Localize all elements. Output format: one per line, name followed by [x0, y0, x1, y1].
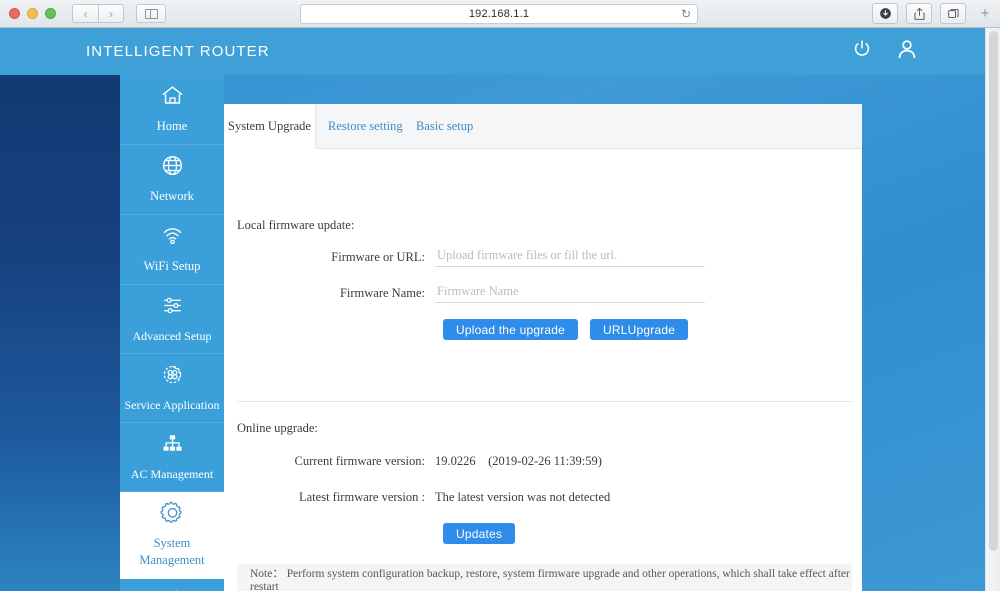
- updates-button[interactable]: Updates: [443, 523, 516, 544]
- page-background: INTELLIGENT ROUTER Home Network WiFi Set…: [0, 28, 1000, 591]
- vertical-scrollbar[interactable]: [985, 28, 1000, 591]
- sidebar-item-wifi-setup[interactable]: WiFi Setup: [120, 215, 224, 285]
- firmware-url-label: Firmware or URL:: [331, 250, 425, 264]
- local-update-heading: Local firmware update:: [237, 218, 355, 232]
- chevron-right-icon: ›: [109, 6, 113, 21]
- back-button[interactable]: ‹: [72, 4, 98, 23]
- tab-restore-setting[interactable]: Restore setting: [328, 104, 403, 149]
- sidebar-item-system-tools[interactable]: System Tools: [120, 579, 224, 591]
- download-icon: [879, 8, 891, 19]
- navigation-buttons: ‹ ›: [72, 4, 124, 23]
- content-panel: System Upgrade Restore setting Basic set…: [224, 104, 862, 591]
- reload-icon[interactable]: ↻: [681, 8, 691, 20]
- minimize-window-button[interactable]: [27, 8, 38, 19]
- close-window-button[interactable]: [9, 8, 20, 19]
- downloads-button[interactable]: [872, 3, 898, 24]
- section-divider: [237, 401, 852, 402]
- window-traffic-lights: [0, 8, 56, 19]
- user-account-button[interactable]: [895, 37, 919, 66]
- vertical-scrollbar-thumb[interactable]: [989, 31, 998, 551]
- latest-firmware-row: Latest firmware version : The latest ver…: [224, 490, 610, 505]
- app-header: INTELLIGENT ROUTER: [0, 28, 985, 75]
- home-icon: [160, 83, 185, 113]
- note-text: Note： Perform system configuration backu…: [250, 567, 850, 591]
- sidebar-item-network[interactable]: Network: [120, 145, 224, 215]
- sidebar-item-label: Advanced Setup: [132, 328, 212, 343]
- maximize-window-button[interactable]: [45, 8, 56, 19]
- current-firmware-label: Current firmware version:: [294, 454, 425, 468]
- sidebar-navigation: Home Network WiFi Setup Advanced Setup S…: [120, 75, 224, 591]
- globe-icon: [160, 153, 185, 183]
- sidebar-item-advanced-setup[interactable]: Advanced Setup: [120, 285, 224, 354]
- power-button[interactable]: [851, 38, 873, 65]
- sidebar-item-label: AC Management: [130, 467, 214, 481]
- user-icon: [898, 40, 916, 59]
- show-tabs-button[interactable]: [940, 3, 966, 24]
- browser-toolbar-right: +: [872, 3, 996, 24]
- address-bar[interactable]: 192.168.1.1 ↻: [300, 4, 698, 24]
- sidebar-item-label: System Management: [139, 536, 205, 568]
- sidebar-item-label: Service Application: [124, 397, 220, 412]
- tab-system-upgrade[interactable]: System Upgrade: [224, 104, 316, 149]
- wifi-icon: [160, 223, 185, 253]
- share-icon: [914, 7, 924, 20]
- sidebar-item-label: Home: [156, 119, 188, 133]
- gear-icon: [160, 500, 185, 530]
- sidebar-item-label: Network: [150, 188, 194, 203]
- tab-label: Basic setup: [416, 119, 474, 133]
- latest-firmware-value: The latest version was not detected: [435, 490, 611, 504]
- browser-toolbar: ‹ › 192.168.1.1 ↻ +: [0, 0, 1000, 28]
- show-sidebar-button[interactable]: [136, 4, 166, 23]
- page-title: INTELLIGENT ROUTER: [86, 43, 270, 60]
- tab-basic-setup[interactable]: Basic setup: [416, 104, 473, 149]
- forward-button[interactable]: ›: [98, 4, 124, 23]
- sidebar-item-ac-management[interactable]: AC Management: [120, 423, 224, 493]
- sidebar-item-service-application[interactable]: Service Application: [120, 354, 224, 423]
- sidebar-item-home[interactable]: Home: [120, 75, 224, 145]
- service-icon: [160, 362, 185, 392]
- sidebar-item-label: WiFi Setup: [143, 258, 201, 273]
- firmware-name-input[interactable]: [435, 283, 705, 303]
- screen: ‹ › 192.168.1.1 ↻ + INTELLIGENT ROUTER H…: [0, 0, 1000, 591]
- power-icon: [854, 40, 870, 56]
- tab-bar: System Upgrade Restore setting Basic set…: [224, 104, 862, 149]
- new-tab-button[interactable]: +: [974, 3, 996, 24]
- address-bar-url: 192.168.1.1: [468, 8, 530, 20]
- sidebar-item-system-management[interactable]: System Management: [120, 492, 224, 579]
- system-upgrade-form: Local firmware update: Firmware or URL: …: [224, 149, 862, 591]
- url-upgrade-button[interactable]: URLUpgrade: [590, 319, 689, 340]
- sidebar-icon: [144, 8, 158, 19]
- firmware-name-label: Firmware Name:: [339, 286, 425, 300]
- tab-label: Restore setting: [328, 119, 403, 133]
- note-banner: Note： Perform system configuration backu…: [237, 564, 852, 591]
- chevron-left-icon: ‹: [83, 6, 88, 21]
- grid-icon: [160, 587, 185, 591]
- left-decoration-panel: [0, 75, 120, 591]
- plus-icon: +: [980, 5, 990, 22]
- latest-firmware-label: Latest firmware version :: [299, 490, 425, 504]
- online-upgrade-heading: Online upgrade:: [237, 421, 318, 435]
- sliders-icon: [160, 293, 185, 323]
- firmware-name-row: Firmware Name:: [224, 283, 705, 303]
- upload-the-upgrade-button[interactable]: Upload the upgrade: [443, 319, 579, 340]
- header-actions: [851, 37, 919, 66]
- tabs-icon: [947, 9, 958, 18]
- current-firmware-value: 19.0226 (2019-02-26 11:39:59): [435, 454, 602, 468]
- tab-label: System Upgrade: [228, 118, 311, 133]
- network-tree-icon: [160, 431, 185, 461]
- share-button[interactable]: [906, 3, 932, 24]
- firmware-url-input[interactable]: [435, 247, 705, 267]
- local-update-actions: Upload the upgrade URLUpgrade: [443, 319, 689, 340]
- current-firmware-row: Current firmware version: 19.0226 (2019-…: [224, 454, 602, 469]
- firmware-url-row: Firmware or URL:: [224, 247, 705, 267]
